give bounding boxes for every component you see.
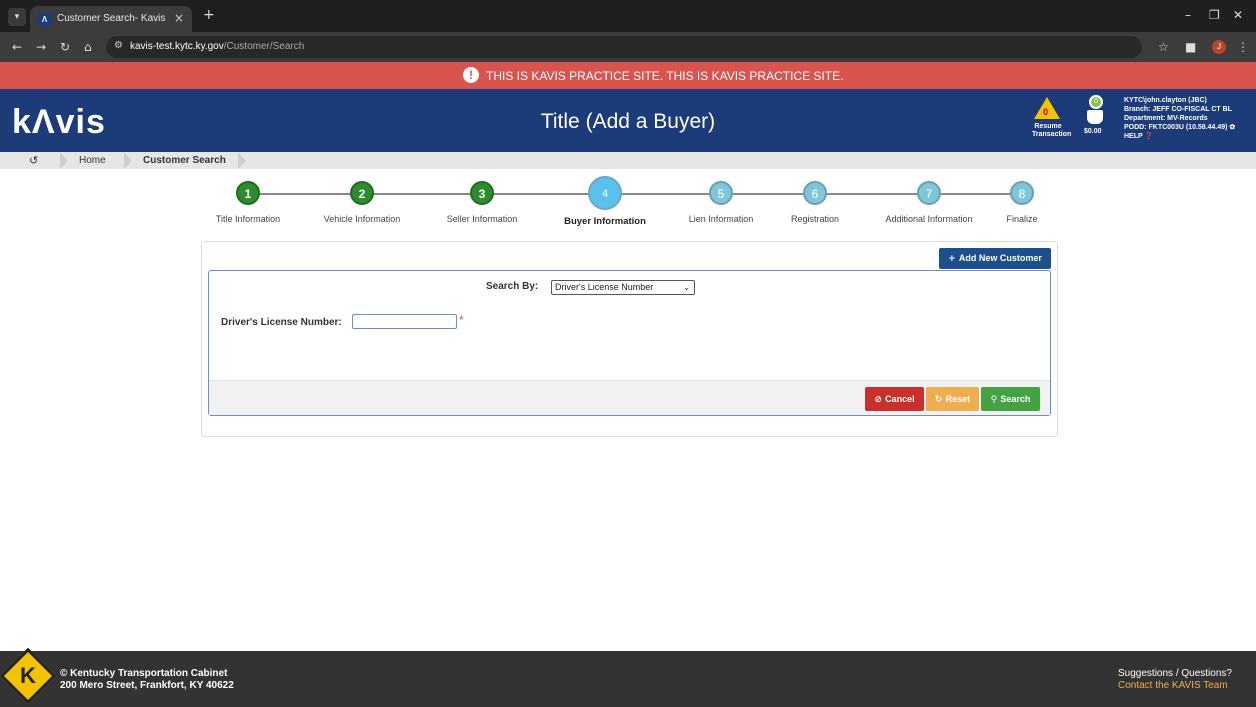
restore-icon[interactable]: ❐: [1209, 8, 1220, 22]
help-link[interactable]: HELP ❓: [1124, 132, 1235, 141]
kytc-logo-letter: K: [20, 663, 36, 688]
page: ▾ Λ Customer Search- Kavis × + – ❐ ✕ ← →…: [0, 0, 1256, 707]
cart-count-badge: 0: [1089, 95, 1103, 109]
url-text: kavis-test.kytc.ky.gov/Customer/Search: [130, 41, 305, 52]
favicon-icon: Λ: [38, 13, 51, 26]
search-by-label: Search By:: [486, 281, 539, 292]
user-podd[interactable]: PODD: FKTC003U (10.58.44.49) ✿: [1124, 123, 1235, 132]
search-by-select[interactable]: Driver's License Number ⌄: [551, 280, 695, 295]
step-5-circle[interactable]: 5: [709, 181, 733, 205]
step-6-circle[interactable]: 6: [803, 181, 827, 205]
browser-tabbar: ▾ Λ Customer Search- Kavis × + – ❐ ✕: [0, 0, 1256, 32]
reset-button[interactable]: ↻ Reset: [926, 387, 979, 411]
profile-avatar[interactable]: J: [1212, 40, 1226, 54]
cart-icon[interactable]: [1087, 110, 1103, 124]
breadcrumb: ↺ Home Customer Search: [0, 152, 1256, 169]
step-3-label: Seller Information: [446, 214, 518, 224]
cart-amount: $0.00: [1084, 128, 1102, 135]
site-info-icon[interactable]: ⚙: [114, 40, 123, 51]
search-button[interactable]: ⚲ Search: [981, 387, 1040, 411]
minimize-icon[interactable]: –: [1185, 8, 1191, 22]
cancel-button[interactable]: ⊘ Cancel: [865, 387, 924, 411]
refresh-icon: ↻: [934, 395, 946, 405]
resume-transaction-label[interactable]: Resume Transaction: [1032, 123, 1071, 139]
home-icon[interactable]: ⌂: [84, 40, 92, 54]
reload-icon[interactable]: ↻: [60, 40, 70, 54]
step-1-label: Title Information: [215, 214, 281, 224]
practice-banner-text: THIS IS KAVIS PRACTICE SITE. THIS IS KAV…: [486, 69, 844, 83]
bookmark-star-icon[interactable]: ☆: [1158, 40, 1169, 54]
add-new-customer-button[interactable]: + Add New Customer: [939, 248, 1051, 269]
back-icon[interactable]: ←: [12, 40, 22, 54]
step-7-circle[interactable]: 7: [917, 181, 941, 205]
step-6-label: Registration: [790, 214, 840, 224]
breadcrumb-separator: [124, 152, 132, 169]
step-2-circle[interactable]: 2: [350, 181, 374, 205]
menu-icon[interactable]: ⋮: [1237, 40, 1249, 54]
browser-tab[interactable]: Λ Customer Search- Kavis ×: [30, 6, 192, 32]
step-4-circle[interactable]: 4: [588, 176, 622, 210]
breadcrumb-separator: [60, 152, 68, 169]
sidepanel-icon[interactable]: ■: [1185, 40, 1196, 54]
breadcrumb-separator: [238, 152, 246, 169]
contact-link[interactable]: Contact the KAVIS Team: [1118, 680, 1232, 692]
chevron-down-icon: ⌄: [683, 283, 690, 292]
close-icon[interactable]: ×: [174, 11, 184, 25]
window-close-icon[interactable]: ✕: [1233, 8, 1243, 22]
step-3-circle[interactable]: 3: [470, 181, 494, 205]
page-footer: K © Kentucky Transportation Cabinet 200 …: [0, 647, 1256, 707]
breadcrumb-home[interactable]: Home: [79, 155, 106, 166]
new-tab-icon[interactable]: +: [203, 7, 215, 23]
step-8-label: Finalize: [1006, 214, 1038, 224]
resume-count: 0: [1043, 107, 1049, 117]
search-icon: ⚲: [990, 395, 1001, 405]
drivers-license-label: Driver's License Number:: [221, 317, 342, 328]
required-marker: *: [459, 313, 464, 327]
user-info: KYTC\john.clayton (JBC) Branch: JEFF CO-…: [1124, 96, 1235, 141]
drivers-license-input[interactable]: [352, 314, 457, 329]
step-8-circle[interactable]: 8: [1010, 181, 1034, 205]
step-2-label: Vehicle Information: [323, 214, 401, 224]
tab-title: Customer Search- Kavis: [57, 13, 166, 24]
browser-toolbar: ← → ↻ ⌂ ⚙ kavis-test.kytc.ky.gov/Custome…: [0, 32, 1256, 62]
search-by-value: Driver's License Number: [555, 282, 654, 292]
alert-icon: !: [463, 67, 479, 83]
step-4-label: Buyer Information: [564, 216, 646, 227]
tab-search-icon[interactable]: ▾: [8, 8, 26, 26]
app-header: kΛvis Title (Add a Buyer) 0 Resume Trans…: [0, 89, 1256, 152]
footer-copyright: © Kentucky Transportation Cabinet 200 Me…: [60, 668, 234, 691]
user-branch: Branch: JEFF CO-FISCAL CT BL: [1124, 106, 1232, 113]
practice-banner: ! THIS IS KAVIS PRACTICE SITE. THIS IS K…: [0, 62, 1256, 89]
address-bar[interactable]: ⚙ kavis-test.kytc.ky.gov/Customer/Search: [106, 36, 1142, 58]
breadcrumb-customer-search[interactable]: Customer Search: [143, 155, 226, 166]
user-department: Department: MV-Records: [1124, 115, 1208, 122]
step-1-circle[interactable]: 1: [236, 181, 260, 205]
cancel-icon: ⊘: [874, 395, 886, 405]
plus-icon: +: [948, 254, 959, 264]
user-name: KYTC\john.clayton (JBC): [1124, 97, 1207, 104]
footer-suggestions: Suggestions / Questions? Contact the KAV…: [1118, 668, 1232, 692]
forward-icon[interactable]: →: [36, 40, 46, 54]
history-icon[interactable]: ↺: [29, 154, 38, 167]
